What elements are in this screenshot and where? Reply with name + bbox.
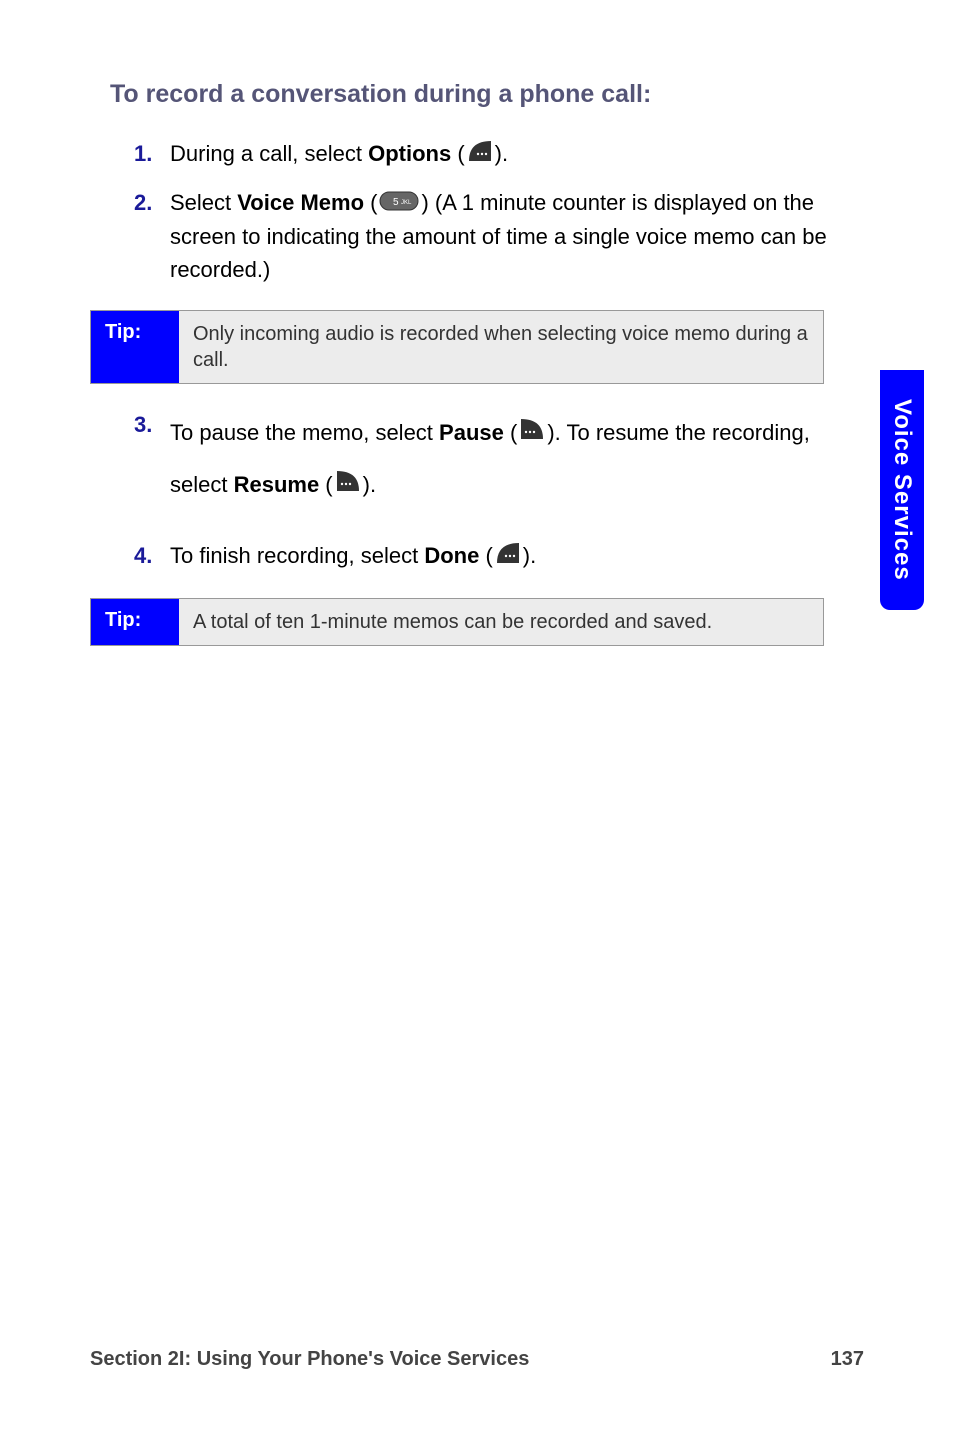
done-label: Done <box>424 543 479 568</box>
step-4: 4. To finish recording, select Done (). <box>110 539 854 574</box>
text-pre: Select <box>170 190 237 215</box>
step-2: 2. Select Voice Memo (5JKL) (A 1 minute … <box>110 186 854 287</box>
step-number: 1. <box>134 137 170 172</box>
svg-text:5: 5 <box>393 197 399 208</box>
side-tab-label: Voice Services <box>888 399 916 581</box>
text-mid: ( <box>504 420 517 445</box>
text-post: ). <box>363 472 376 497</box>
text-mid2: ( <box>319 472 332 497</box>
left-softkey-icon <box>335 461 361 512</box>
step-text: To pause the memo, select Pause (). To r… <box>170 408 854 511</box>
step-1: 1. During a call, select Options (). <box>110 137 854 172</box>
text-mid: ( <box>479 543 492 568</box>
tip-label: Tip: <box>91 599 179 645</box>
footer-section: Section 2I: Using Your Phone's Voice Ser… <box>90 1348 529 1371</box>
step-number: 3. <box>134 408 170 511</box>
tip-box-1: Tip: Only incoming audio is recorded whe… <box>90 310 824 384</box>
step-3: 3. To pause the memo, select Pause (). T… <box>110 408 854 511</box>
step-text: During a call, select Options (). <box>170 137 854 172</box>
tip-content: Only incoming audio is recorded when sel… <box>179 311 823 383</box>
voice-memo-label: Voice Memo <box>237 190 364 215</box>
key-5-icon: 5JKL <box>379 187 419 220</box>
step-text: Select Voice Memo (5JKL) (A 1 minute cou… <box>170 186 854 287</box>
text-post: ). <box>523 543 536 568</box>
text-mid: ( <box>364 190 377 215</box>
svg-text:JKL: JKL <box>401 200 412 206</box>
step-number: 4. <box>134 539 170 574</box>
tip-box-2: Tip: A total of ten 1-minute memos can b… <box>90 598 824 646</box>
pause-label: Pause <box>439 420 504 445</box>
resume-label: Resume <box>234 472 320 497</box>
tip-label: Tip: <box>91 311 179 383</box>
text-pre: To finish recording, select <box>170 543 424 568</box>
footer-page-number: 137 <box>831 1348 864 1371</box>
right-softkey-icon <box>467 139 493 172</box>
section-heading: To record a conversation during a phone … <box>110 80 854 109</box>
text-post: ). <box>495 141 508 166</box>
right-softkey-icon <box>495 541 521 574</box>
page-footer: Section 2I: Using Your Phone's Voice Ser… <box>90 1348 864 1371</box>
text-pre: To pause the memo, select <box>170 420 439 445</box>
options-label: Options <box>368 141 451 166</box>
left-softkey-icon <box>519 409 545 460</box>
side-tab: Voice Services <box>880 370 924 610</box>
tip-content: A total of ten 1-minute memos can be rec… <box>179 599 823 645</box>
text-pre: During a call, select <box>170 141 368 166</box>
text-mid: ( <box>451 141 464 166</box>
step-text: To finish recording, select Done (). <box>170 539 854 574</box>
step-number: 2. <box>134 186 170 287</box>
